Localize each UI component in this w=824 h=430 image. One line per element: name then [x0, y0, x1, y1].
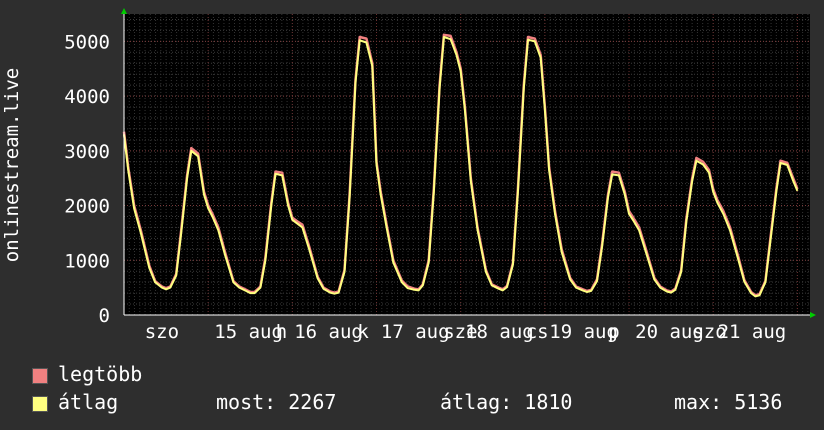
- x-axis-arrow-icon: [810, 312, 816, 318]
- x-tick-label: p: [608, 321, 619, 343]
- x-tick-label: cs: [526, 321, 549, 343]
- x-axis-ticks: szo 15 augh 16 augk 17 augsze18 augcs 19 aug…: [145, 321, 787, 343]
- y-axis-arrow-icon: [121, 8, 127, 14]
- y-tick-label: 3000: [64, 141, 110, 163]
- x-tick-label: 17 aug: [381, 321, 450, 343]
- legend-label-legtobb: legtöbb: [58, 362, 143, 386]
- y-tick-label: 5000: [64, 31, 110, 53]
- x-tick-label: 16 aug: [294, 321, 363, 343]
- x-tick-label: k: [357, 321, 369, 343]
- legend-swatch-atlag: [32, 396, 48, 412]
- stat-most: most: 2267: [216, 390, 337, 414]
- x-tick-label: 18 aug: [465, 321, 534, 343]
- stat-max: max: 5136: [674, 390, 783, 414]
- line-chart: 010002000300040005000 szo 15 augh 16 augk 1…: [1, 8, 816, 343]
- legend-swatch-legtobb: [32, 368, 48, 384]
- x-tick-label: szo: [145, 321, 179, 343]
- y-axis-label: onlinestream.live: [1, 68, 23, 262]
- x-tick-label: 15 aug: [214, 321, 283, 343]
- y-axis-ticks: 0 1000 2000 3000 4000 5000: [64, 31, 110, 327]
- x-tick-label: h: [276, 321, 287, 343]
- y-tick-label: 1000: [64, 250, 110, 272]
- x-tick-label: 21 aug: [718, 321, 787, 343]
- legend-label-atlag: átlag: [58, 390, 119, 414]
- y-tick-label: 2000: [64, 196, 110, 218]
- plot-area: [124, 14, 810, 315]
- y-tick-label: 4000: [64, 86, 110, 108]
- y-tick-label: 0: [99, 305, 110, 327]
- stat-atlag: átlag: 1810: [440, 390, 573, 414]
